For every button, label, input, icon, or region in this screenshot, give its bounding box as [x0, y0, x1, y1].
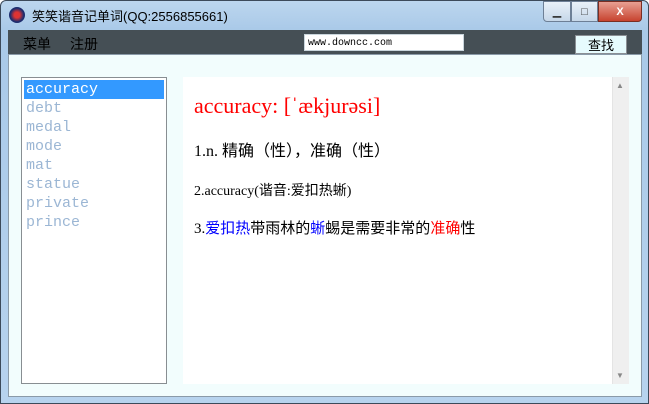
definition-line-3: 3.爱扣热带雨林的蜥蜴是需要非常的准确性 [194, 217, 475, 238]
list-item[interactable]: statue [24, 175, 164, 194]
menu-bar: 菜单 注册 www.downcc.com 查找 [8, 30, 642, 54]
app-window: 笑笑谐音记单词(QQ:2556855661) ▁ □ X 菜单 注册 www.d… [0, 0, 649, 404]
definition-line-1: 1.n. 精确（性），准确（性） [194, 143, 391, 160]
window-title: 笑笑谐音记单词(QQ:2556855661) [32, 8, 228, 24]
list-item[interactable]: accuracy [24, 80, 164, 99]
list-item[interactable]: private [24, 194, 164, 213]
scroll-down-icon[interactable]: ▼ [616, 371, 624, 380]
list-item[interactable]: prince [24, 213, 164, 232]
minimize-button[interactable]: ▁ [543, 1, 571, 22]
scroll-up-icon[interactable]: ▲ [616, 81, 624, 90]
app-icon [9, 7, 25, 23]
mnemonic-text: 蜴是需要非常的 [325, 221, 431, 237]
list-item[interactable]: medal [24, 118, 164, 137]
menu-item-register[interactable]: 注册 [70, 34, 98, 54]
find-button[interactable]: 查找 [575, 35, 627, 54]
mnemonic-meaning: 准确 [430, 221, 461, 237]
headword: accuracy: [ˈækjurəsi] [194, 93, 381, 118]
definition-line-2: 2.accuracy(谐音:爱扣热蜥) [194, 184, 352, 199]
mnemonic-highlight: 爱扣热 [205, 221, 251, 237]
window-controls: ▁ □ X [543, 1, 642, 22]
definition-panel: accuracy: [ˈækjurəsi] 1.n. 精确（性），准确（性） 2… [183, 77, 629, 384]
mnemonic-text: 3. [194, 221, 206, 237]
mnemonic-text: 性 [460, 221, 476, 237]
mnemonic-text: 带雨林的 [250, 221, 311, 237]
list-item[interactable]: mat [24, 156, 164, 175]
word-list[interactable]: accuracy debt medal mode mat statue priv… [21, 77, 167, 384]
list-item[interactable]: debt [24, 99, 164, 118]
maximize-button[interactable]: □ [571, 1, 598, 22]
title-bar: 笑笑谐音记单词(QQ:2556855661) [9, 5, 228, 25]
search-input[interactable]: www.downcc.com [304, 34, 464, 51]
vertical-scrollbar[interactable]: ▲ ▼ [612, 77, 629, 384]
menu-item-menu[interactable]: 菜单 [23, 34, 51, 54]
mnemonic-highlight: 蜥 [310, 221, 326, 237]
list-item[interactable]: mode [24, 137, 164, 156]
close-button[interactable]: X [598, 1, 642, 22]
